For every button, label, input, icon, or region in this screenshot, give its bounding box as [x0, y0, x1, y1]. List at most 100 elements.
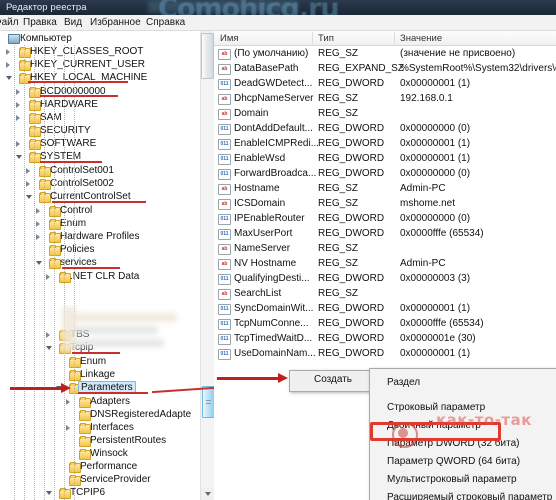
value-value: mshome.net [400, 198, 456, 209]
value-type: REG_DWORD [318, 348, 385, 359]
expand-triangle-icon[interactable] [26, 180, 30, 187]
registry-value-row[interactable]: 011 QualifyingDesti... REG_DWORD 0x00000003… [214, 271, 556, 286]
expand-triangle-icon[interactable] [36, 233, 40, 240]
registry-value-row[interactable]: ab NameServer REG_SZ [214, 241, 556, 256]
value-type: REG_DWORD [318, 168, 385, 179]
collapse-triangle-icon[interactable] [36, 261, 42, 265]
registry-value-row[interactable]: ab SearchList REG_SZ [214, 286, 556, 301]
value-type: REG_DWORD [318, 138, 385, 149]
dword-value-icon: 011 [218, 139, 231, 150]
registry-value-row[interactable]: ab DhcpNameServer REG_SZ 192.168.0.1 [214, 91, 556, 106]
registry-value-row[interactable]: ab Hostname REG_SZ Admin-PC [214, 181, 556, 196]
expand-triangle-icon[interactable] [16, 140, 20, 147]
expand-triangle-icon[interactable] [46, 331, 50, 338]
value-name: DeadGWDetect... [234, 78, 313, 89]
collapse-triangle-icon[interactable] [26, 195, 32, 199]
tree-item-label: Policies [60, 244, 95, 255]
registry-value-row[interactable]: ab DataBasePath REG_EXPAND_SZ %SystemRoot%\… [214, 61, 556, 76]
value-value: 0x0000fffe (65534) [400, 228, 484, 239]
submenu-item-0[interactable]: Раздел [370, 374, 556, 392]
registry-value-row[interactable]: ab NV Hostname REG_SZ Admin-PC [214, 256, 556, 271]
tree-item-label: Winsock [90, 448, 128, 459]
value-name: SearchList [234, 288, 282, 299]
registry-value-row[interactable]: ab ICSDomain REG_SZ mshome.net [214, 196, 556, 211]
chevron-down-icon [204, 492, 211, 496]
annotation-underline-services [62, 267, 120, 269]
string-value-icon: ab [218, 259, 231, 270]
registry-value-row[interactable]: 011 TcpTimedWaitD... REG_DWORD 0x0000001e (… [214, 331, 556, 346]
menu-item-edit[interactable]: Правка [23, 17, 57, 28]
expand-triangle-icon[interactable] [66, 398, 70, 405]
menu-item-view[interactable]: Вид [64, 17, 82, 28]
context-menu-create[interactable]: Создать [289, 370, 371, 392]
expand-triangle-icon[interactable] [36, 220, 40, 227]
string-value-icon: ab [218, 64, 231, 75]
value-value: 0x00000001 (1) [400, 303, 471, 314]
collapse-triangle-icon[interactable] [16, 155, 22, 159]
scroll-down-button[interactable] [201, 488, 214, 500]
expand-triangle-icon[interactable] [16, 114, 20, 121]
context-menu-item-create[interactable]: Создать [290, 371, 370, 389]
column-header-type[interactable]: Тип [318, 33, 334, 44]
value-type: REG_DWORD [318, 318, 385, 329]
menu-item-help[interactable]: Справка [146, 17, 185, 28]
expand-triangle-icon[interactable] [16, 88, 20, 95]
value-name: UseDomainNam... [234, 348, 316, 359]
collapse-triangle-icon[interactable] [46, 346, 52, 350]
collapse-triangle-icon[interactable] [46, 491, 52, 495]
registry-value-row[interactable]: 011 DontAddDefault... REG_DWORD 0x00000000 … [214, 121, 556, 136]
string-value-icon: ab [218, 49, 231, 60]
expand-triangle-icon[interactable] [16, 101, 20, 108]
value-name: NV Hostname [234, 258, 297, 269]
registry-value-row[interactable]: 011 TcpNumConne... REG_DWORD 0x0000fffe (65… [214, 316, 556, 331]
value-name: EnableICMPRedi... [234, 138, 320, 149]
registry-value-row[interactable]: 011 EnableWsd REG_DWORD 0x00000001 (1) [214, 151, 556, 166]
tree-guide-line [54, 45, 55, 500]
string-value-icon: ab [218, 289, 231, 300]
annotation-underline-tcpip [72, 352, 120, 354]
tree-item-label: .NET CLR Data [70, 271, 140, 282]
registry-value-row[interactable]: 011 EnableICMPRedi... REG_DWORD 0x00000001 … [214, 136, 556, 151]
expand-triangle-icon[interactable] [66, 424, 70, 431]
expand-triangle-icon[interactable] [46, 273, 50, 280]
tree-guide-line [14, 45, 15, 500]
registry-tree-pane[interactable]: Компьютер HKEY_CLASSES_ROOT HKEY_CURRENT_… [0, 31, 200, 500]
tree-item-label: ControlSet001 [50, 165, 114, 176]
menu-item-file[interactable]: Файл [0, 17, 19, 28]
registry-editor-window: Сomohicq.ru Редактор реестра Файл Правка… [0, 0, 556, 500]
registry-value-row[interactable]: 011 SyncDomainWit... REG_DWORD 0x00000001 (… [214, 301, 556, 316]
registry-value-row[interactable]: 011 DeadGWDetect... REG_DWORD 0x00000001 (1… [214, 76, 556, 91]
tree-vertical-scrollbar[interactable] [200, 31, 215, 500]
expand-triangle-icon[interactable] [26, 167, 30, 174]
value-name: IPEnableRouter [234, 213, 305, 224]
tree-item-label: ControlSet002 [50, 178, 114, 189]
value-type: REG_SZ [318, 48, 359, 59]
registry-value-row[interactable]: 011 MaxUserPort REG_DWORD 0x0000fffe (65534… [214, 226, 556, 241]
submenu-item-1[interactable]: Строковый параметр [370, 399, 556, 417]
dword-value-icon: 011 [218, 124, 231, 135]
column-header-value[interactable]: Значение [400, 33, 442, 44]
expand-triangle-icon[interactable] [36, 207, 40, 214]
menu-separator [370, 392, 556, 399]
value-name: NameServer [234, 243, 291, 254]
value-value: 0x00000003 (3) [400, 273, 471, 284]
column-header-name[interactable]: Имя [220, 33, 239, 44]
submenu-item-4[interactable]: Параметр QWORD (64 бита) [370, 453, 556, 471]
registry-value-row[interactable]: ab Domain REG_SZ [214, 106, 556, 121]
censored-tree-folders [62, 307, 76, 351]
registry-value-row[interactable]: 011 ForwardBroadca... REG_DWORD 0x00000000 … [214, 166, 556, 181]
collapse-triangle-icon[interactable] [6, 76, 12, 80]
annotation-underline-hklm [28, 81, 128, 83]
submenu-item-5[interactable]: Мультистроковый параметр [370, 471, 556, 489]
registry-value-row[interactable]: 011 IPEnableRouter REG_DWORD 0x00000000 (0) [214, 211, 556, 226]
menu-item-favorites[interactable]: Избранное [90, 17, 141, 28]
expand-triangle-icon[interactable] [6, 48, 10, 55]
registry-value-row[interactable]: 011 UseDomainNam... REG_DWORD 0x00000001 (1… [214, 346, 556, 361]
list-header[interactable]: Имя Тип Значение [214, 31, 556, 46]
submenu-item-6[interactable]: Расширяемый строковый параметр [370, 489, 556, 500]
menu-bar[interactable]: Файл Правка Вид Избранное Справка [0, 15, 556, 31]
registry-value-row[interactable]: ab (По умолчанию) REG_SZ (значение не присв… [214, 46, 556, 61]
value-type: REG_DWORD [318, 303, 385, 314]
tree-scroll-thumb-top[interactable] [201, 33, 214, 79]
expand-triangle-icon[interactable] [6, 61, 10, 68]
